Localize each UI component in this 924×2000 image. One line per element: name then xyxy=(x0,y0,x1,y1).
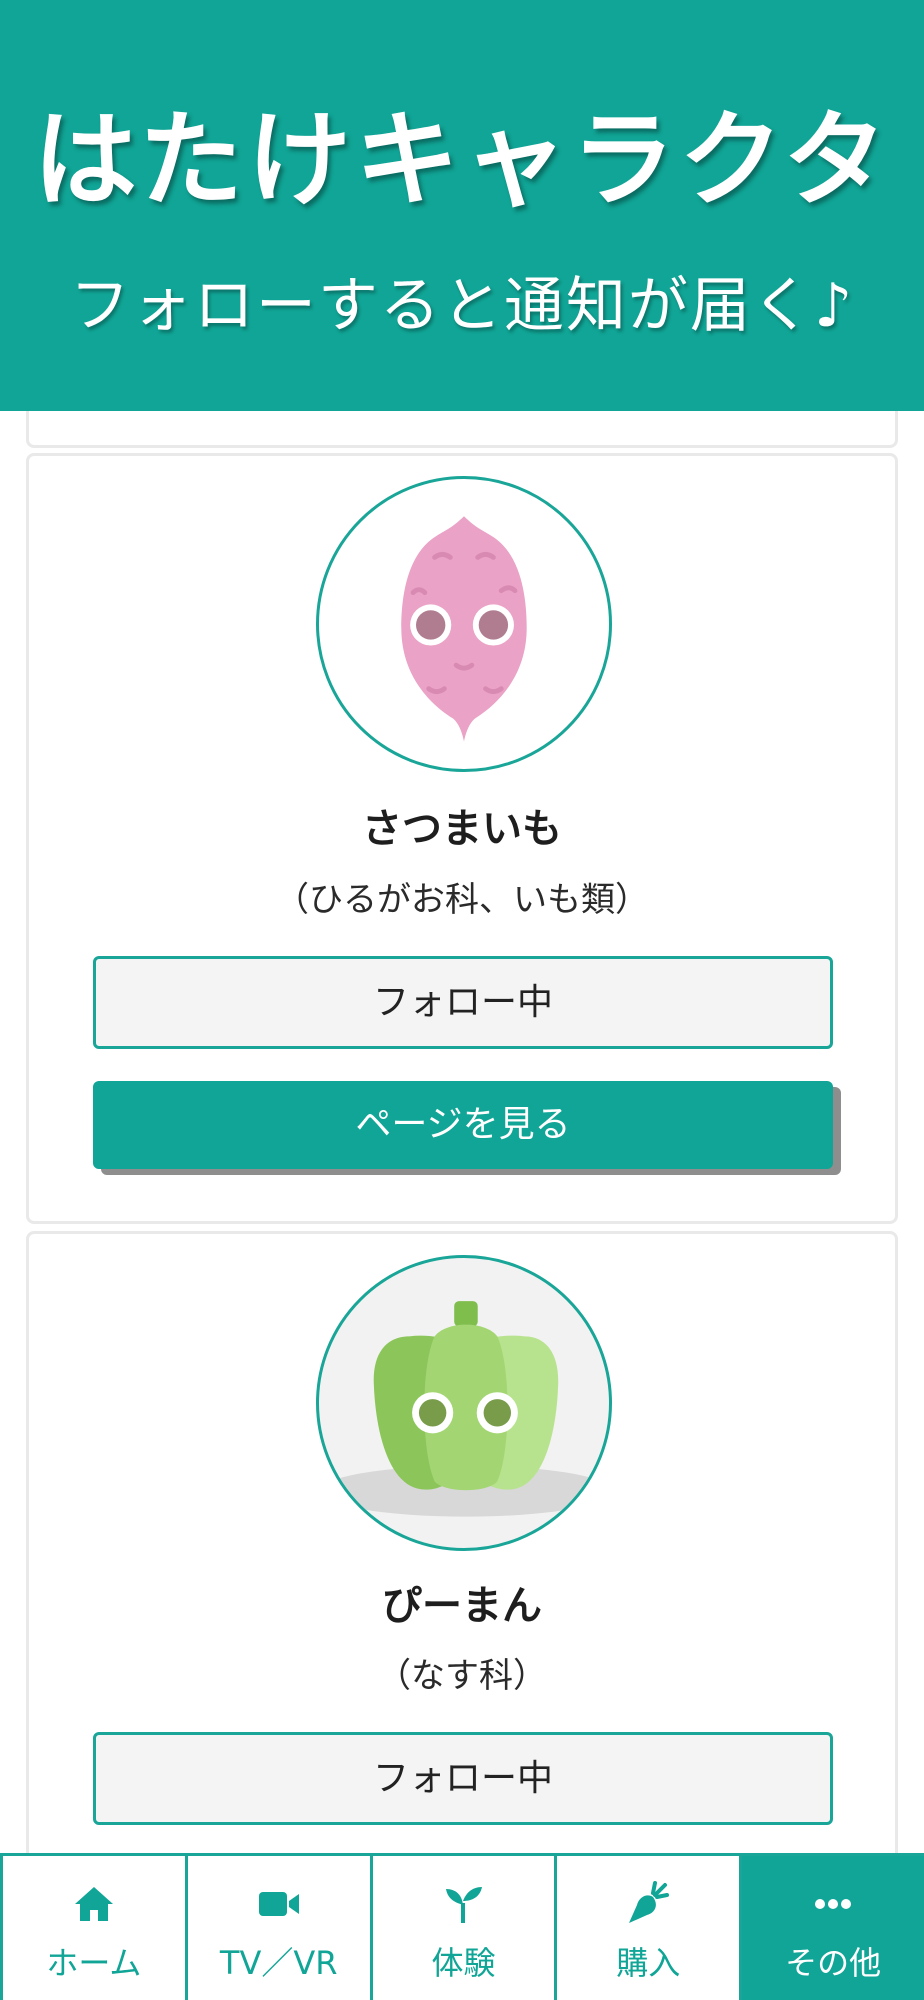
nav-label: TV／VR xyxy=(219,1944,338,1982)
nav-item-tv-vr[interactable]: TV／VR xyxy=(187,1856,373,2000)
nav-item-purchase[interactable]: 購入 xyxy=(557,1856,743,2000)
nav-item-home[interactable]: ホーム xyxy=(0,1856,188,2000)
page-subtitle: フォローすると通知が届く♪ xyxy=(69,271,855,341)
home-icon xyxy=(3,1880,185,1928)
page-title: はたけキャラクタ xyxy=(33,99,891,221)
nav-label: ホーム xyxy=(46,1944,142,1982)
green-pepper-character-icon[interactable] xyxy=(316,1255,612,1551)
character-card: さつまいも （ひるがお科、いも類） フォロー中 ページを見る xyxy=(26,453,898,1224)
page-header: はたけキャラクタ フォローすると通知が届く♪ xyxy=(0,0,924,411)
following-button[interactable]: フォロー中 xyxy=(93,1732,833,1825)
following-button[interactable]: フォロー中 xyxy=(93,956,833,1049)
nav-label: 購入 xyxy=(616,1944,681,1982)
nav-label: 体験 xyxy=(431,1944,496,1982)
character-name: ぴーまん xyxy=(382,1583,542,1629)
nav-label: その他 xyxy=(785,1944,882,1982)
bottom-navigation: ホーム TV／VR 体験 購入 その他 xyxy=(0,1853,924,2000)
view-page-button[interactable]: ページを見る xyxy=(93,1081,833,1169)
video-camera-icon xyxy=(188,1880,370,1928)
more-dots-icon xyxy=(742,1880,924,1928)
nav-item-experience[interactable]: 体験 xyxy=(372,1856,558,2000)
character-family: （ひるがお科、いも類） xyxy=(275,880,649,920)
character-family: （なす科） xyxy=(377,1656,547,1696)
carrot-icon xyxy=(557,1880,739,1928)
sweet-potato-character-icon[interactable] xyxy=(316,476,612,772)
nav-item-other[interactable]: その他 xyxy=(742,1856,924,2000)
sprout-icon xyxy=(373,1880,555,1928)
character-name: さつまいも xyxy=(362,806,562,852)
